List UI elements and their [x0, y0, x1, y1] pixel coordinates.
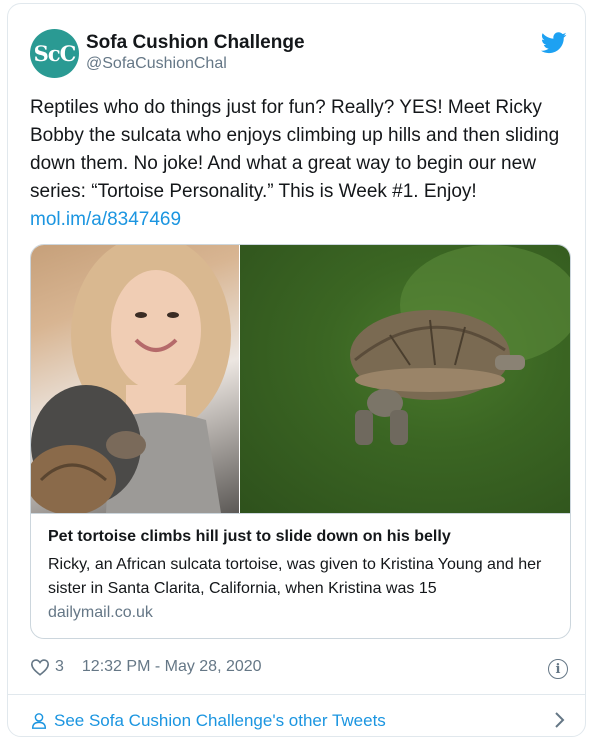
avatar[interactable]: ScC [30, 29, 79, 78]
footer-divider [8, 694, 585, 695]
card-description: Ricky, an African sulcata tortoise, was … [48, 556, 542, 597]
photo-tortoise-on-grass [240, 245, 570, 513]
person-icon [31, 713, 47, 729]
like-count[interactable]: 3 [55, 658, 64, 676]
photo-tortoise-illustration [350, 245, 570, 445]
tweet-embed-card: ScC Sofa Cushion Challenge @SofaCushionC… [7, 3, 586, 737]
other-tweets-link[interactable]: See Sofa Cushion Challenge's other Tweet… [30, 711, 386, 731]
tweet-text: Reptiles who do things just for fun? Rea… [30, 94, 570, 234]
photo-woman-illustration [31, 245, 231, 513]
link-preview-card[interactable]: Pet tortoise climbs hill just to slide d… [30, 244, 571, 639]
twitter-bird-icon[interactable] [541, 32, 567, 54]
card-divider [31, 513, 570, 514]
author-display-name[interactable]: Sofa Cushion Challenge [86, 32, 305, 54]
timestamp[interactable]: 12:32 PM - May 28, 2020 [82, 658, 262, 676]
other-tweets-label[interactable]: See Sofa Cushion Challenge's other Tweet… [54, 711, 386, 731]
tweet-meta: 3 12:32 PM - May 28, 2020 [30, 658, 262, 676]
tweet-link[interactable]: mol.im/a/8347469 [30, 209, 181, 230]
card-domain: dailymail.co.uk [48, 604, 153, 621]
photo-woman-with-tortoise [31, 245, 239, 513]
heart-icon[interactable] [30, 658, 50, 676]
tweet-body: Reptiles who do things just for fun? Rea… [30, 97, 560, 202]
info-icon[interactable]: i [548, 659, 568, 679]
card-title[interactable]: Pet tortoise climbs hill just to slide d… [48, 528, 451, 546]
chevron-right-icon[interactable] [553, 711, 565, 729]
author-handle[interactable]: @SofaCushionChal [86, 55, 227, 73]
